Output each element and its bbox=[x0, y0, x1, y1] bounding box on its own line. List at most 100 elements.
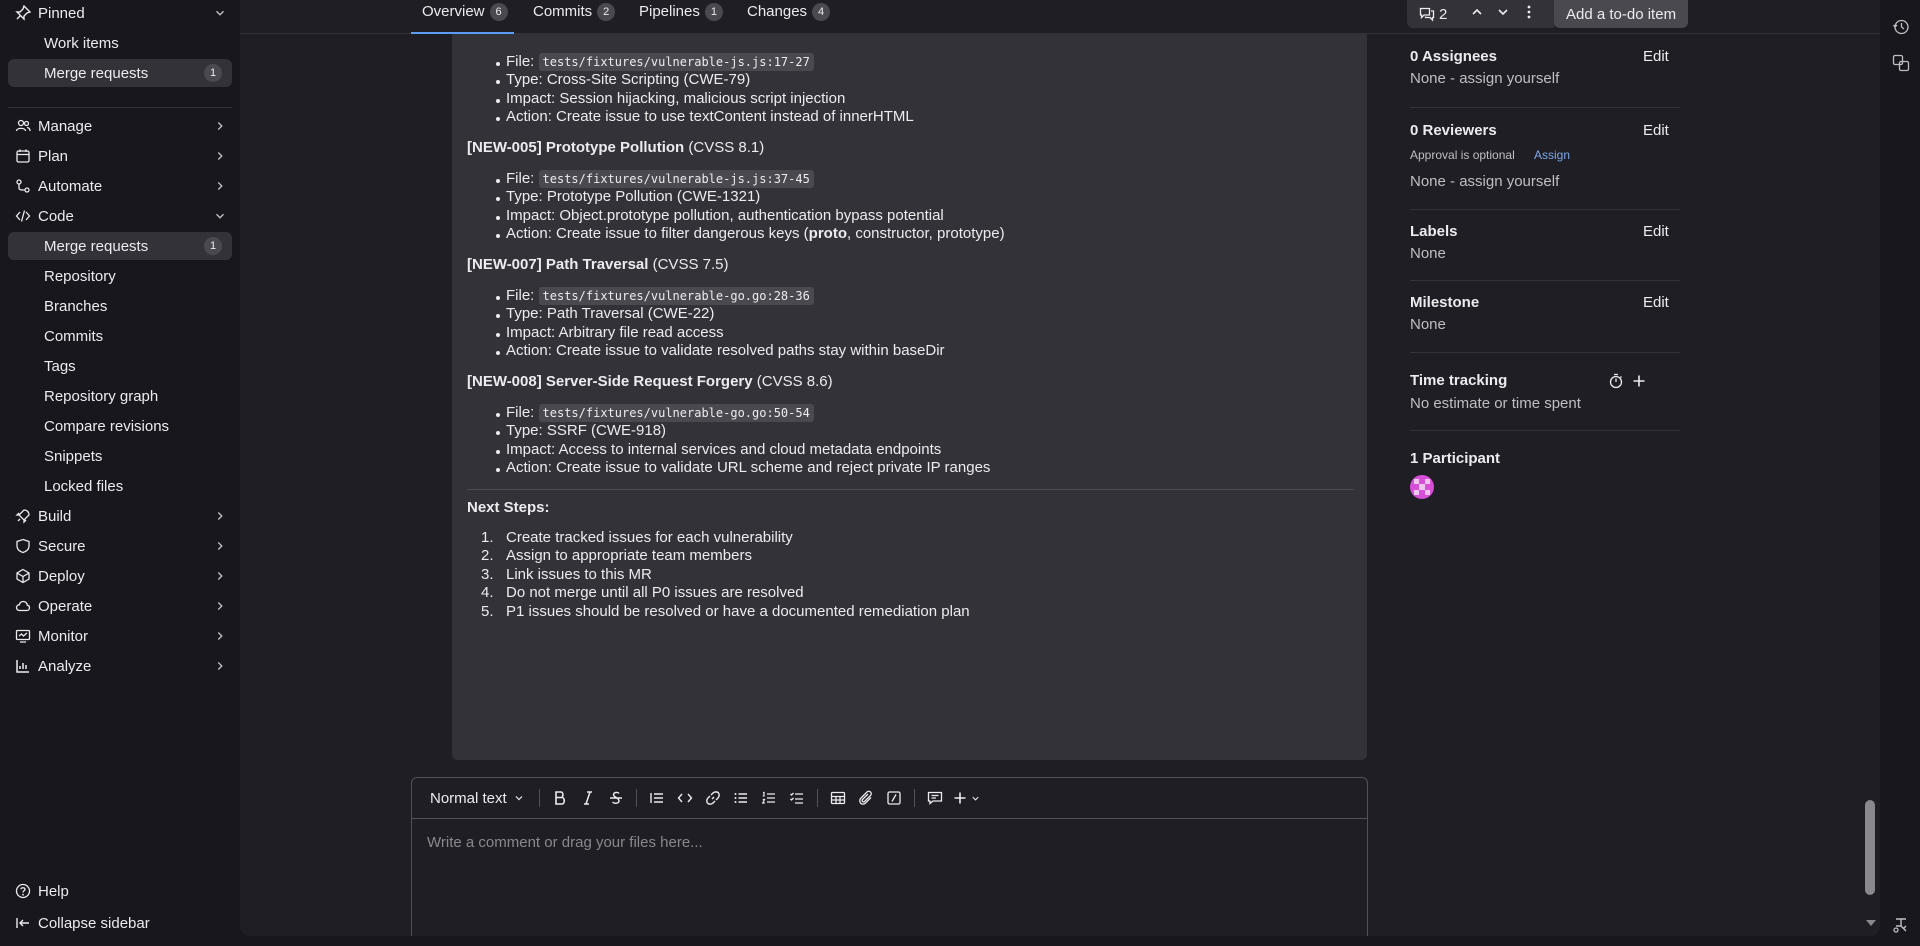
sidebar-item-code[interactable]: Code bbox=[8, 202, 232, 230]
assignees-title: 0 Assignees bbox=[1410, 48, 1497, 65]
sidebar-item-repository[interactable]: Repository bbox=[8, 262, 232, 290]
file-path: tests/fixtures/vulnerable-go.go:50-54 bbox=[538, 404, 814, 422]
bold-icon[interactable] bbox=[546, 784, 574, 812]
assign-reviewer-link[interactable]: Assign bbox=[1534, 148, 1570, 162]
time-tracking-title: Time tracking bbox=[1410, 372, 1508, 389]
chevron-right-icon bbox=[208, 509, 232, 523]
bullet bbox=[496, 450, 500, 454]
tab-commits[interactable]: Commits 2 bbox=[533, 0, 616, 34]
duo-chat-icon[interactable] bbox=[1892, 916, 1910, 934]
rocket-icon bbox=[8, 508, 38, 524]
comment-template-icon[interactable] bbox=[921, 784, 949, 812]
sidebar-item-label: Secure bbox=[38, 537, 86, 555]
paperclip-icon[interactable] bbox=[852, 784, 880, 812]
more-actions-dropdown[interactable] bbox=[949, 784, 985, 812]
collapse-sidebar-button[interactable]: Collapse sidebar bbox=[8, 909, 232, 937]
avatar[interactable] bbox=[1410, 475, 1434, 499]
pinned-section-toggle[interactable]: Pinned bbox=[8, 0, 232, 27]
section-divider bbox=[1410, 280, 1680, 281]
sidebar-item-pinned-merge-requests[interactable]: Merge requests 1 bbox=[8, 59, 232, 87]
chevron-down-icon[interactable] bbox=[1495, 4, 1511, 24]
comment-icon[interactable]: 2 bbox=[1419, 6, 1459, 23]
text-format-dropdown[interactable]: Normal text bbox=[430, 784, 533, 812]
tab-changes[interactable]: Changes 4 bbox=[747, 0, 831, 34]
italic-icon[interactable] bbox=[574, 784, 602, 812]
more-options-icon[interactable] bbox=[1521, 4, 1537, 24]
assign-yourself-reviewer-link[interactable]: None - assign yourself bbox=[1410, 173, 1559, 190]
sidebar-item-tags[interactable]: Tags bbox=[8, 352, 232, 380]
chevron-right-icon bbox=[208, 629, 232, 643]
sidebar-item-label: Manage bbox=[38, 117, 93, 135]
sidebar-item-commits[interactable]: Commits bbox=[8, 322, 232, 350]
sidebar-item-label: Build bbox=[38, 507, 72, 525]
assign-yourself-link[interactable]: None - assign yourself bbox=[1410, 70, 1559, 87]
sidebar-item-build[interactable]: Build bbox=[8, 502, 232, 530]
history-icon[interactable] bbox=[1892, 18, 1910, 36]
edit-reviewers-button[interactable]: Edit bbox=[1643, 122, 1669, 139]
code-icon[interactable] bbox=[671, 784, 699, 812]
code-icon bbox=[8, 208, 38, 224]
sidebar-item-deploy[interactable]: Deploy bbox=[8, 562, 232, 590]
scrollbar-thumb[interactable] bbox=[1865, 800, 1875, 895]
milestone-value: None bbox=[1410, 316, 1446, 333]
bullet bbox=[496, 117, 500, 121]
sidebar-item-automate[interactable]: Automate bbox=[8, 172, 232, 200]
scrollbar[interactable] bbox=[1864, 0, 1880, 936]
toolbar-separator bbox=[538, 789, 540, 807]
sidebar-item-analyze[interactable]: Analyze bbox=[8, 652, 232, 680]
count-badge: 4 bbox=[812, 3, 831, 21]
sidebar-item-merge-requests[interactable]: Merge requests 1 bbox=[8, 232, 232, 260]
bullet-list-icon[interactable] bbox=[727, 784, 755, 812]
sidebar-item-plan[interactable]: Plan bbox=[8, 142, 232, 170]
sidebar-item-work-items[interactable]: Work items bbox=[8, 29, 232, 57]
divider bbox=[467, 489, 1354, 490]
chevron-down-icon bbox=[208, 209, 232, 223]
sidebar-item-branches[interactable]: Branches bbox=[8, 292, 232, 320]
chevron-right-icon bbox=[208, 179, 232, 193]
cloud-icon bbox=[8, 598, 38, 614]
plus-icon[interactable] bbox=[1631, 373, 1647, 389]
sidebar-item-locked-files[interactable]: Locked files bbox=[8, 472, 232, 500]
tab-overview[interactable]: Overview 6 bbox=[411, 0, 514, 34]
collapse-icon bbox=[8, 915, 38, 931]
sidebar-item-repository-graph[interactable]: Repository graph bbox=[8, 382, 232, 410]
monitor-icon bbox=[8, 628, 38, 644]
tab-pipelines[interactable]: Pipelines 1 bbox=[639, 0, 723, 34]
slash-command-icon[interactable] bbox=[880, 784, 908, 812]
blockquote-icon[interactable] bbox=[643, 784, 671, 812]
table-icon[interactable] bbox=[824, 784, 852, 812]
numbered-list-icon[interactable] bbox=[755, 784, 783, 812]
sidebar-item-compare-revisions[interactable]: Compare revisions bbox=[8, 412, 232, 440]
toolbar-separator bbox=[635, 789, 637, 807]
collapse-sidebar-label: Collapse sidebar bbox=[38, 914, 150, 932]
edit-assignees-button[interactable]: Edit bbox=[1643, 48, 1669, 65]
scroll-down-arrow-icon[interactable] bbox=[1864, 916, 1878, 930]
main-panel: Overview 6 Commits 2 Pipelines 1 Changes 4 2… bbox=[240, 0, 1880, 936]
sidebar-item-secure[interactable]: Secure bbox=[8, 532, 232, 560]
comment-input[interactable]: Write a comment or drag your files here.… bbox=[427, 834, 703, 851]
link-icon[interactable] bbox=[699, 784, 727, 812]
task-list-icon[interactable] bbox=[783, 784, 811, 812]
threads-count: 2 bbox=[1439, 5, 1448, 23]
add-todo-button[interactable]: Add a to-do item bbox=[1554, 0, 1689, 28]
bullet bbox=[496, 99, 500, 103]
sidebar-item-label: Commits bbox=[44, 327, 104, 345]
sidebar-item-manage[interactable]: Manage bbox=[8, 112, 232, 140]
threads-navigation: 2 bbox=[1407, 0, 1557, 28]
strikethrough-icon[interactable] bbox=[602, 784, 630, 812]
count-badge: 1 bbox=[204, 237, 222, 255]
chevron-right-icon bbox=[208, 569, 232, 583]
stopwatch-icon[interactable] bbox=[1608, 373, 1624, 389]
sidebar-item-operate[interactable]: Operate bbox=[8, 592, 232, 620]
sidebar-item-snippets[interactable]: Snippets bbox=[8, 442, 232, 470]
edit-milestone-button[interactable]: Edit bbox=[1643, 294, 1669, 311]
merge-request-icon[interactable] bbox=[1892, 54, 1910, 72]
next-step-item: Create tracked issues for each vulnerabi… bbox=[506, 529, 793, 546]
edit-labels-button[interactable]: Edit bbox=[1643, 223, 1669, 240]
sidebar-item-monitor[interactable]: Monitor bbox=[8, 622, 232, 650]
help-button[interactable]: Help bbox=[8, 877, 232, 905]
chevron-up-icon[interactable] bbox=[1469, 4, 1485, 24]
file-path: tests/fixtures/vulnerable-js.js:37-45 bbox=[538, 170, 814, 188]
sidebar-item-label: Merge requests bbox=[44, 237, 149, 255]
sidebar-item-label: Branches bbox=[44, 297, 108, 315]
